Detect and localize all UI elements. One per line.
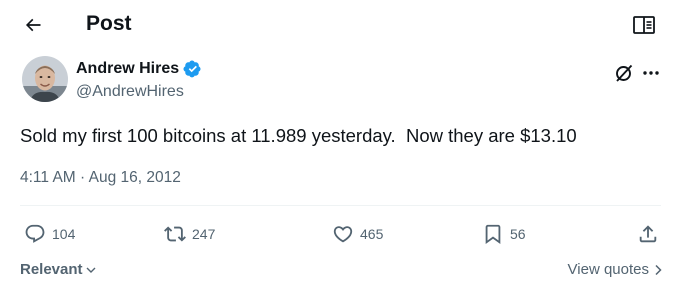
sort-label: Relevant	[20, 261, 83, 278]
back-button[interactable]	[18, 10, 48, 40]
verified-badge-icon[interactable]	[183, 60, 201, 78]
grok-button[interactable]	[613, 62, 635, 84]
sort-replies-dropdown[interactable]: Relevant	[20, 259, 97, 281]
replies-controls: Relevant View quotes	[20, 259, 665, 281]
author-name[interactable]: Andrew Hires	[76, 59, 179, 79]
view-quotes-link[interactable]: View quotes	[568, 259, 663, 281]
chevron-right-icon	[655, 264, 662, 276]
bookmark-button[interactable]: 56	[482, 220, 526, 248]
reply-count: 104	[52, 226, 76, 242]
reader-mode-button[interactable]	[631, 13, 657, 37]
repost-button[interactable]: 247	[164, 220, 215, 248]
repost-icon	[164, 226, 186, 242]
reply-button[interactable]: 104	[24, 220, 75, 248]
action-bar: 104 247 465 56	[20, 220, 665, 248]
tweet-date[interactable]: Aug 16, 2012	[89, 169, 181, 186]
share-icon	[639, 225, 657, 243]
page-title: Post	[86, 12, 132, 35]
bookmark-icon	[485, 224, 501, 245]
view-quotes-label: View quotes	[567, 261, 649, 278]
grok-icon	[616, 64, 633, 82]
author-name-row[interactable]: Andrew Hires	[76, 59, 201, 79]
author-handle[interactable]: @AndrewHires	[76, 82, 184, 102]
arrow-left-icon	[25, 18, 41, 32]
tweet-time[interactable]: 4:11 AM	[20, 169, 76, 186]
divider	[20, 205, 661, 206]
timestamp-separator: ·	[80, 169, 86, 186]
more-horizontal-icon	[643, 71, 659, 75]
like-count: 465	[360, 226, 384, 242]
share-button[interactable]	[637, 220, 659, 248]
timestamp-row: 4:11 AM · Aug 16, 2012	[20, 168, 181, 188]
avatar-image	[22, 56, 68, 102]
reader-mode-icon	[633, 16, 655, 34]
author-row: Andrew Hires @AndrewHires	[18, 56, 663, 106]
chevron-down-icon	[86, 267, 96, 273]
heart-icon	[333, 226, 353, 243]
more-options-button[interactable]	[639, 62, 663, 84]
page-header: Post	[0, 0, 679, 50]
repost-count: 247	[192, 226, 216, 242]
reply-icon	[25, 224, 45, 243]
like-button[interactable]: 465	[332, 220, 383, 248]
avatar[interactable]	[22, 56, 68, 102]
bookmark-count: 56	[510, 226, 526, 242]
tweet-text: Sold my first 100 bitcoins at 11.989 yes…	[20, 125, 577, 146]
